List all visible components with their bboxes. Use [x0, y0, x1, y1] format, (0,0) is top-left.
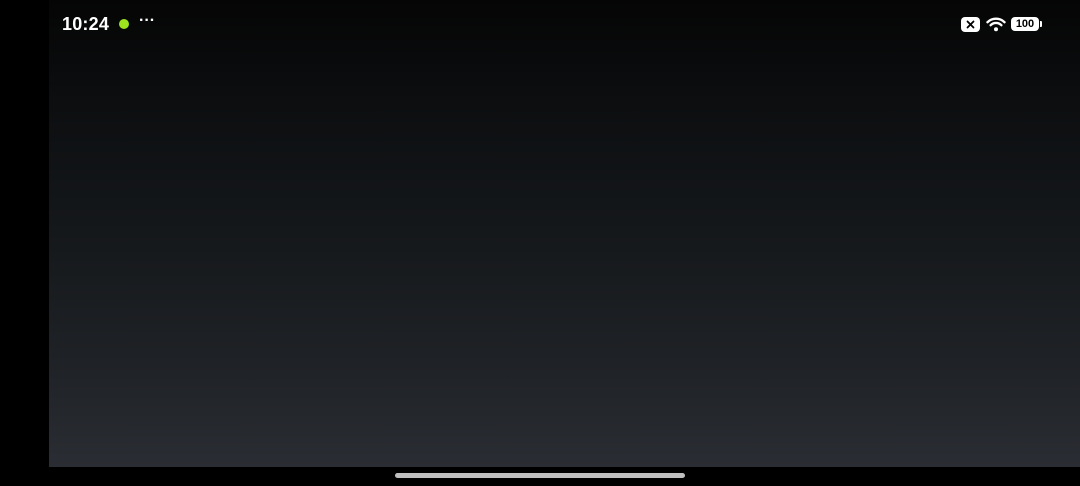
display-cutout-area — [0, 0, 49, 486]
battery-level: 100 — [1011, 17, 1039, 31]
device-screen: 10:24 ··· 100 — [0, 0, 1080, 486]
more-notifications-icon: ··· — [139, 12, 156, 29]
battery-icon: 100 — [1011, 17, 1042, 31]
app-content-area — [49, 0, 1080, 467]
sim-disabled-icon — [961, 16, 980, 32]
wifi-icon — [986, 16, 1006, 32]
status-bar-left: 10:24 ··· — [62, 12, 155, 36]
status-clock: 10:24 — [62, 14, 110, 34]
status-bar-right: 100 — [961, 14, 1042, 34]
home-indicator-bar[interactable] — [395, 473, 685, 478]
status-bar: 10:24 ··· 100 — [49, 0, 1080, 48]
battery-cap — [1040, 21, 1042, 27]
recording-indicator-icon — [119, 19, 130, 29]
